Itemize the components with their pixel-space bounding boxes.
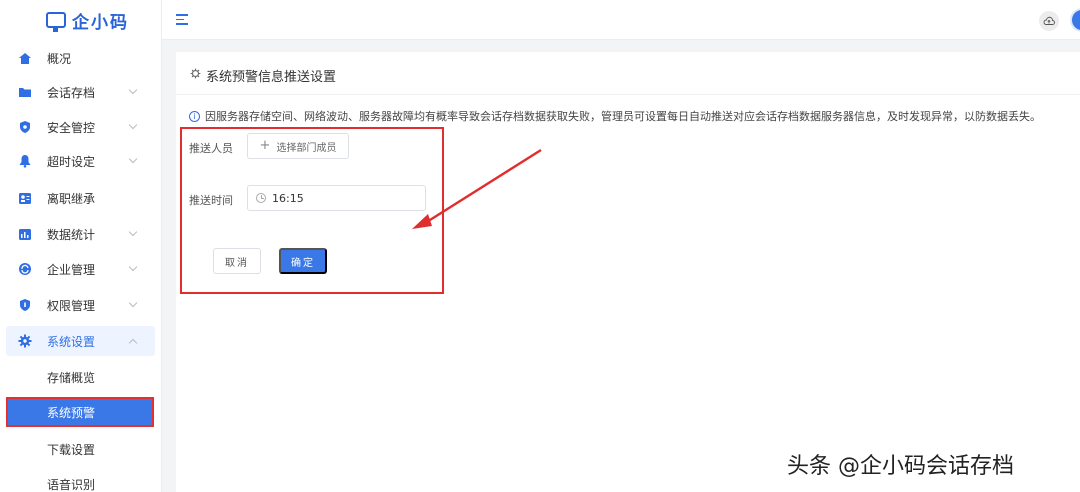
plus-icon: + xyxy=(259,138,271,153)
sidebar-item-timeout[interactable]: 超时设定 xyxy=(0,146,162,176)
chevron-up-icon xyxy=(128,338,138,348)
confirm-button[interactable]: 确定 xyxy=(279,248,327,274)
sidebar-item-label: 数据统计 xyxy=(47,227,96,242)
avatar[interactable] xyxy=(1070,8,1080,32)
menu-fold-icon[interactable] xyxy=(176,14,188,25)
clock-icon xyxy=(256,193,266,203)
sidebar-item-label: 系统设置 xyxy=(47,334,96,349)
time-label: 推送时间 xyxy=(189,194,233,207)
push-time-value: 16:15 xyxy=(272,191,304,205)
app-logo[interactable]: 企小码 xyxy=(0,0,161,40)
sidebar-item-label: 企业管理 xyxy=(47,262,96,277)
sidebar-item-system-settings[interactable]: 系统设置 xyxy=(6,326,155,356)
sidebar-item-label: 会话存档 xyxy=(47,85,96,100)
folder-icon xyxy=(18,85,32,99)
sidebar-item-security[interactable]: 安全管控 xyxy=(0,112,162,142)
select-members-label: 选择部门成员 xyxy=(276,142,337,154)
sidebar-item-chat-archive[interactable]: 会话存档 xyxy=(0,77,162,107)
cancel-button[interactable]: 取消 xyxy=(213,248,261,274)
watermark: 头条 @企小码会话存档 xyxy=(787,454,1014,479)
sidebar-item-label: 安全管控 xyxy=(47,120,96,135)
contact-card-icon xyxy=(18,191,32,205)
sidebar-subitem-label: 系统预警 xyxy=(47,405,96,420)
sidebar-subitem-label: 存储概览 xyxy=(47,370,96,385)
settings-panel: 系统预警信息推送设置 i 因服务器存储空间、网络波动、服务器故障均有概率导致会话… xyxy=(176,52,1080,492)
sidebar-subitem-label: 下载设置 xyxy=(47,442,96,457)
sidebar-subitem-speech-recognition[interactable]: 语音识别 xyxy=(0,469,162,492)
sidebar-item-resignation[interactable]: 离职继承 xyxy=(0,183,162,213)
bell-icon xyxy=(18,154,32,168)
sidebar-item-label: 离职继承 xyxy=(47,191,96,206)
gear-icon xyxy=(190,68,201,83)
brand-name: 企小码 xyxy=(72,12,129,33)
sidebar-item-overview[interactable]: 概况 xyxy=(0,43,162,73)
sidebar-subitem-download-settings[interactable]: 下载设置 xyxy=(0,434,162,464)
page-title-text: 系统预警信息推送设置 xyxy=(206,70,337,85)
cloud-upload-icon[interactable] xyxy=(1039,11,1059,31)
divider xyxy=(176,94,1080,95)
page-title: 系统预警信息推送设置 xyxy=(190,66,336,85)
shield-icon xyxy=(18,120,32,134)
sidebar-subitem-system-alert[interactable]: 系统预警 xyxy=(6,397,154,427)
info-notice: i 因服务器存储空间、网络波动、服务器故障均有概率导致会话存档数据获取失败，管理… xyxy=(189,108,1041,124)
sidebar-item-label: 权限管理 xyxy=(47,298,96,313)
sidebar-item-label: 超时设定 xyxy=(47,154,96,169)
lock-shield-icon xyxy=(18,298,32,312)
select-members-button[interactable]: + 选择部门成员 xyxy=(247,133,349,159)
sidebar-item-statistics[interactable]: 数据统计 xyxy=(0,219,162,249)
gear-icon xyxy=(18,334,32,348)
chevron-down-icon xyxy=(128,85,138,95)
sidebar-subitem-label: 语音识别 xyxy=(47,477,96,492)
sidebar-item-enterprise[interactable]: 企业管理 xyxy=(0,254,162,284)
recipient-label: 推送人员 xyxy=(189,142,233,155)
sidebar: 企小码 概况 会话存档 安全管控 超时设定 离职继承 数据统计 企业管理 权限管… xyxy=(0,0,162,492)
home-icon xyxy=(18,51,32,65)
chevron-down-icon xyxy=(128,262,138,272)
bar-chart-icon xyxy=(18,227,32,241)
refresh-icon xyxy=(18,262,32,276)
chevron-down-icon xyxy=(128,120,138,130)
sidebar-item-permission[interactable]: 权限管理 xyxy=(0,290,162,320)
sidebar-subitem-storage-overview[interactable]: 存储概览 xyxy=(0,362,162,392)
chevron-down-icon xyxy=(128,298,138,308)
info-icon: i xyxy=(189,110,200,122)
push-time-picker[interactable]: 16:15 xyxy=(247,185,426,211)
top-bar xyxy=(162,0,1080,40)
chevron-down-icon xyxy=(128,154,138,164)
notice-text: 因服务器存储空间、网络波动、服务器故障均有概率导致会话存档数据获取失败，管理员可… xyxy=(205,110,1041,123)
sidebar-item-label: 概况 xyxy=(47,51,72,66)
logo-mark-icon xyxy=(46,12,66,32)
chevron-down-icon xyxy=(128,227,138,237)
